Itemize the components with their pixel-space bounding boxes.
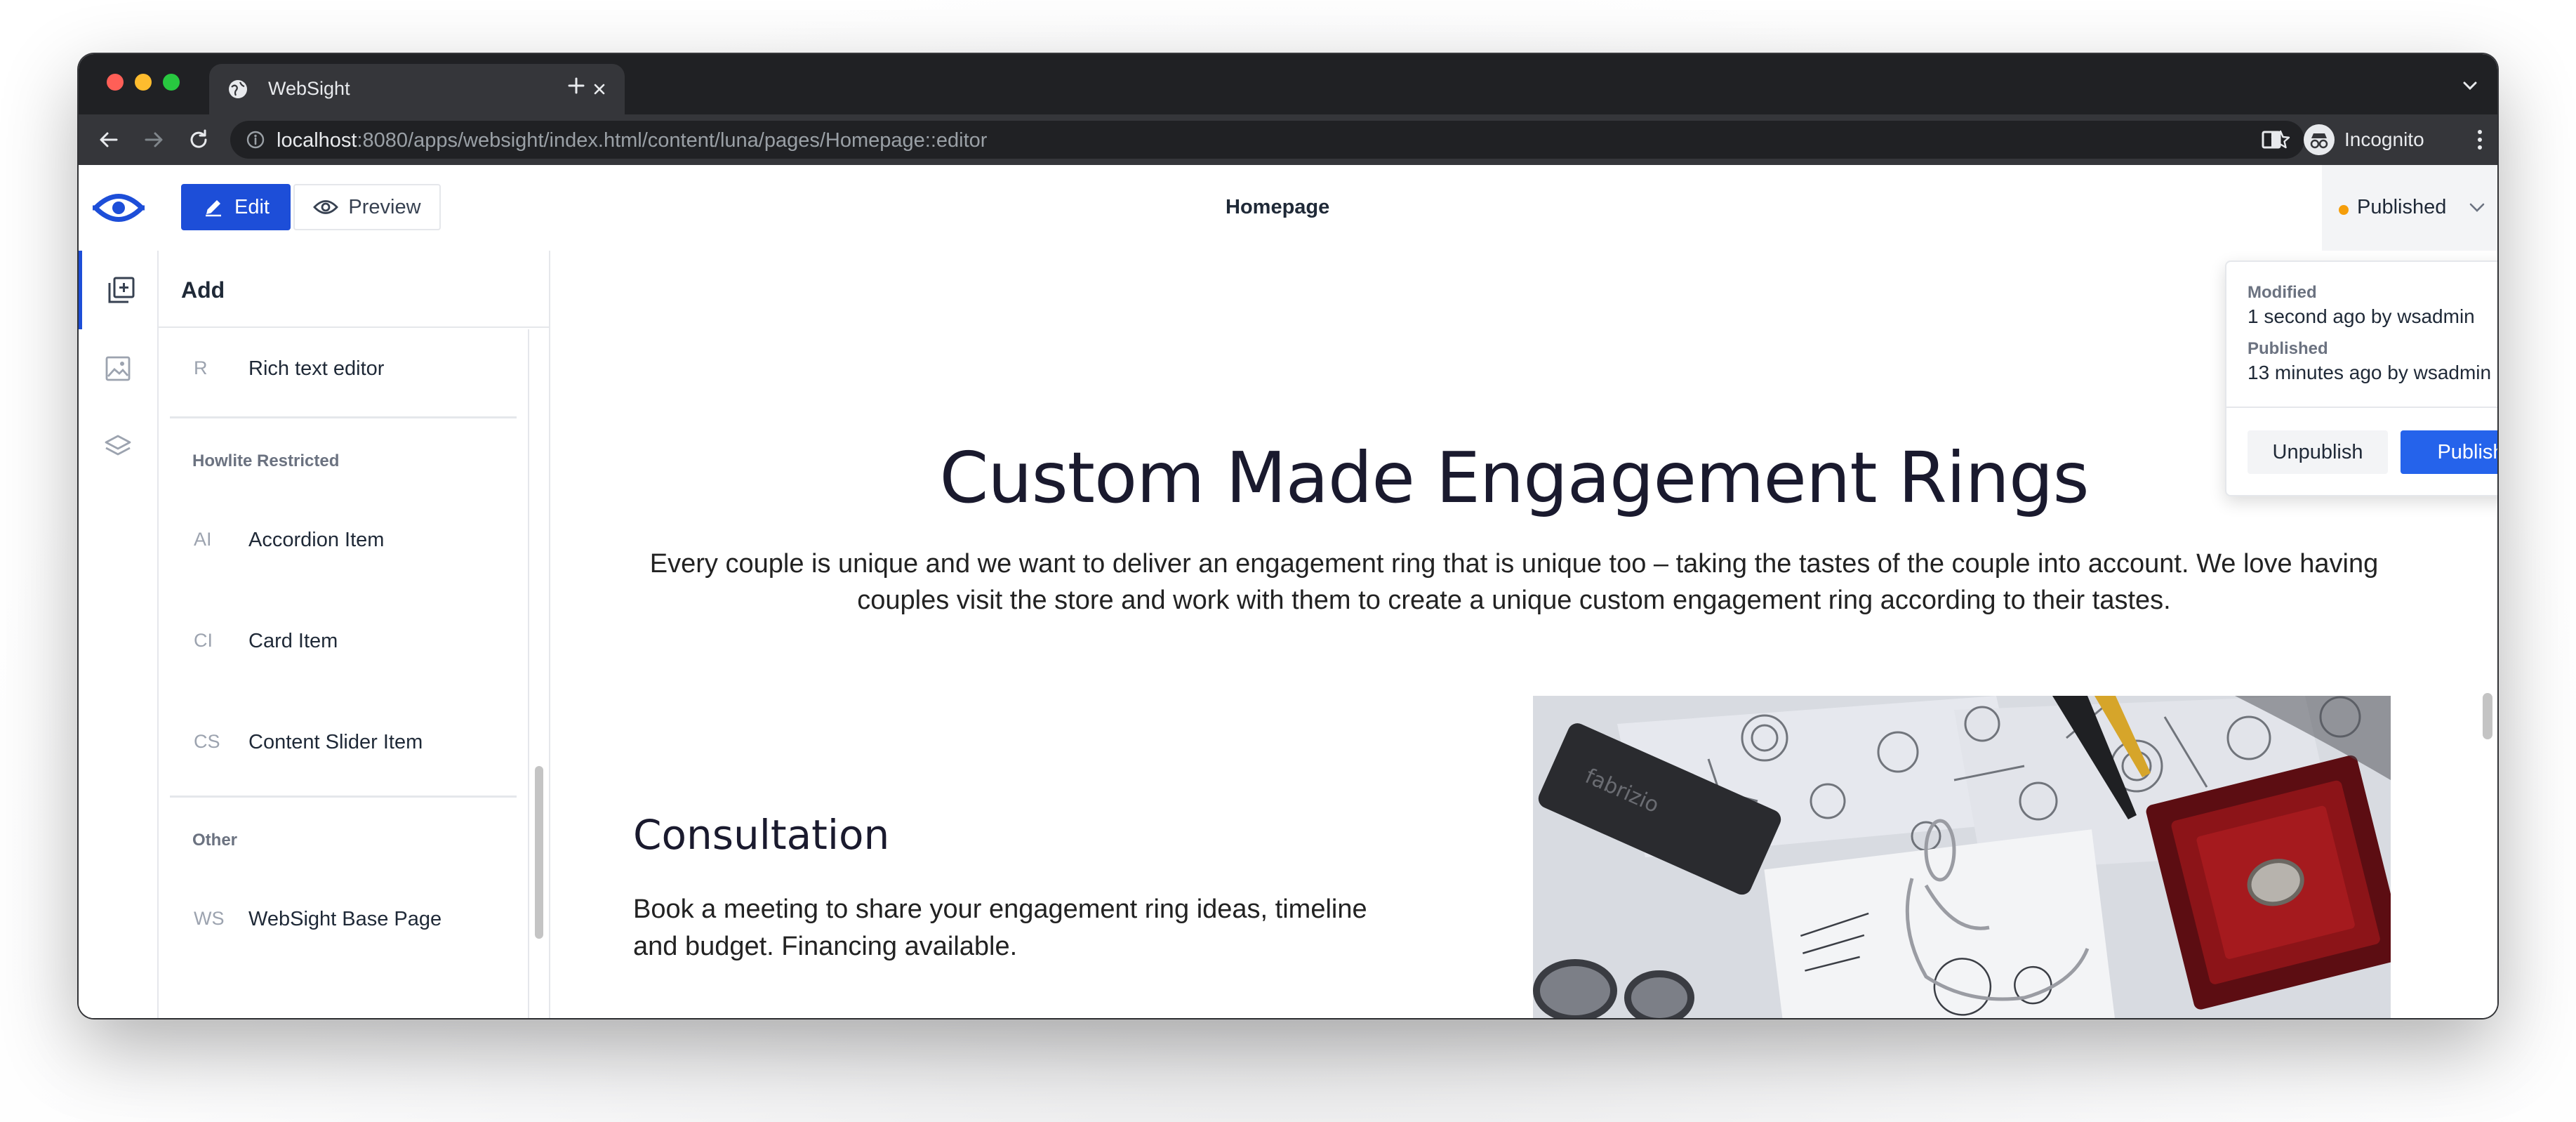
close-icon[interactable] [590, 79, 609, 99]
panel-scrollbar-thumb[interactable] [535, 766, 543, 939]
pencil-icon [206, 200, 221, 217]
editor-sidebar-rail [79, 251, 159, 1018]
page-title: Homepage [1226, 196, 1330, 218]
edit-label: Edit [234, 195, 270, 218]
add-components-panel: Add R Rich text editor Howlite Restricte… [159, 251, 550, 1018]
websight-logo-icon[interactable] [93, 187, 145, 228]
close-window-button[interactable] [107, 74, 124, 91]
component-name: Content Slider Item [248, 731, 423, 753]
publish-button[interactable]: Publish [2401, 430, 2497, 474]
forward-arrow-icon[interactable] [142, 128, 166, 152]
component-name: Card Item [248, 630, 338, 652]
preview-label: Preview [348, 195, 421, 218]
group-divider [170, 796, 517, 798]
more-options-icon[interactable] [2476, 128, 2483, 151]
component-name: Accordion Item [248, 529, 385, 551]
site-info-icon[interactable] [246, 130, 265, 150]
page-canvas[interactable]: Custom Made Engagement Rings Every coupl… [550, 251, 2478, 1018]
editor-header: Edit Preview Homepage Published [79, 165, 2497, 252]
status-dot [2339, 205, 2349, 215]
modified-label: Modified [2248, 283, 2317, 302]
address-url: localhost:8080/apps/websight/index.html/… [277, 129, 987, 152]
add-component-icon [108, 277, 135, 303]
assets-image-icon [105, 356, 131, 381]
group-label-howlite-restricted: Howlite Restricted [192, 451, 340, 470]
browser-toolbar: localhost:8080/apps/websight/index.html/… [79, 114, 2497, 165]
profile-label: Incognito [2344, 128, 2424, 150]
incognito-profile-button[interactable]: Incognito [2304, 122, 2424, 157]
rail-assets[interactable] [79, 329, 157, 408]
component-name: Rich text editor [248, 357, 385, 380]
tab-title: WebSight [268, 78, 350, 99]
component-abbr: CI [194, 630, 213, 651]
panel-title: Add [181, 277, 225, 303]
back-arrow-icon[interactable] [97, 128, 121, 152]
section-text[interactable]: Book a meeting to share your engagement … [633, 891, 1405, 965]
address-bar[interactable]: localhost:8080/apps/websight/index.html/… [230, 121, 2304, 159]
published-value: 13 minutes ago by wsadmin [2248, 362, 2492, 383]
browser-titlebar: WebSight [79, 54, 2497, 114]
modified-value: 1 second ago by wsadmin [2248, 305, 2475, 327]
incognito-icon [2304, 124, 2335, 155]
section-title[interactable]: Consultation [633, 811, 889, 859]
component-abbr: AI [194, 529, 212, 550]
websight-editor: Edit Preview Homepage Published Add R Ri… [79, 165, 2497, 1018]
hero-text[interactable]: Every couple is unique and we want to de… [633, 546, 2395, 619]
status-label: Published [2357, 196, 2447, 218]
group-label-other: Other [192, 831, 238, 850]
popover-divider [2226, 407, 2497, 408]
rail-add-components[interactable] [79, 251, 157, 329]
component-name: WebSight Base Page [248, 908, 442, 930]
chevron-down-icon [2469, 203, 2485, 212]
eye-icon [313, 200, 339, 214]
component-item-content-slider-item[interactable]: CS Content Slider Item [159, 703, 528, 780]
panel-scrollbar[interactable] [528, 329, 549, 1018]
preview-mode-button[interactable]: Preview [293, 184, 441, 230]
publish-status-dropdown[interactable]: Published [2322, 165, 2497, 251]
component-item-card-item[interactable]: CI Card Item [159, 602, 528, 679]
ring-sketches-photo[interactable]: fabrizio [1533, 696, 2391, 1018]
canvas-scrollbar-thumb[interactable] [2483, 693, 2492, 739]
component-abbr: WS [194, 908, 225, 929]
url-path: :8080/apps/websight/index.html/content/l… [357, 129, 988, 152]
reload-icon[interactable] [187, 128, 211, 152]
layers-icon [105, 435, 131, 456]
component-item-accordion-item[interactable]: AI Accordion Item [159, 501, 528, 578]
browser-window: WebSight localhost:8080/apps/websight/in… [79, 54, 2497, 1018]
side-panel-icon[interactable] [2259, 128, 2283, 152]
unpublish-button[interactable]: Unpublish [2248, 430, 2388, 474]
browser-tab[interactable]: WebSight [209, 64, 625, 114]
edit-mode-button[interactable]: Edit [181, 184, 291, 230]
zoom-window-button[interactable] [163, 74, 180, 91]
url-host: localhost [277, 129, 357, 152]
rail-layers[interactable] [79, 408, 157, 487]
component-abbr: CS [194, 731, 220, 752]
component-item-websight-base-page[interactable]: WS WebSight Base Page [159, 880, 528, 957]
minimize-window-button[interactable] [135, 74, 152, 91]
group-divider [170, 416, 517, 418]
component-abbr: R [194, 357, 208, 378]
hero-title[interactable]: Custom Made Engagement Rings [550, 437, 2478, 519]
chevron-down-icon[interactable] [2461, 79, 2479, 92]
panel-header: Add [159, 251, 549, 328]
publish-popover: Modified 1 second ago by wsadmin Publish… [2225, 260, 2497, 496]
component-item-rich-text-editor[interactable]: R Rich text editor [159, 329, 528, 407]
new-tab-icon[interactable] [566, 75, 587, 96]
component-list: R Rich text editor Howlite Restricted AI… [159, 329, 528, 1018]
globe-icon [229, 80, 247, 98]
published-label: Published [2248, 339, 2328, 358]
